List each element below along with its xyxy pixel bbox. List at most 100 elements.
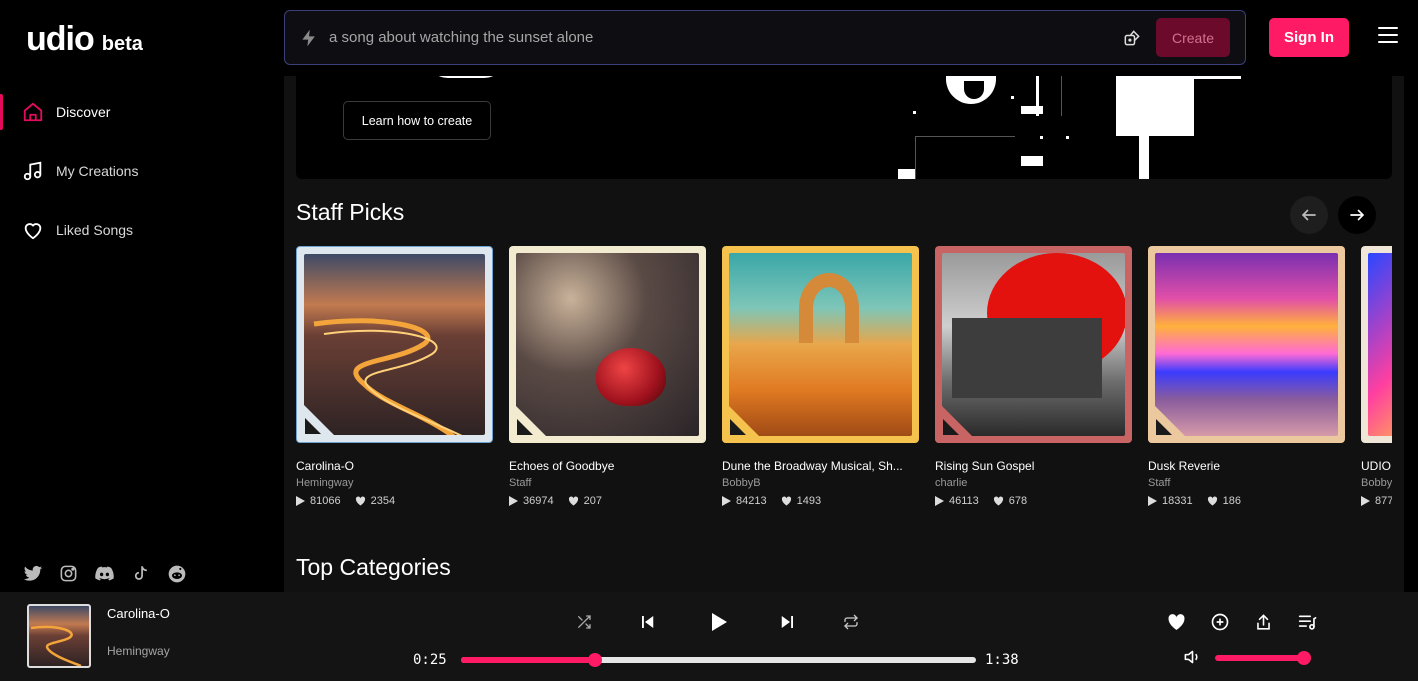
carousel-next-button[interactable]	[1338, 196, 1376, 234]
staff-picks-heading: Staff Picks	[296, 199, 405, 225]
app-root: udio beta Discover My Creations Liked So…	[0, 0, 1418, 681]
dice-icon[interactable]	[1121, 27, 1143, 49]
play-count-icon	[1361, 496, 1370, 506]
play-count: 84213	[736, 495, 767, 507]
logo[interactable]: udio beta	[26, 20, 143, 59]
share-icon[interactable]	[1251, 610, 1275, 634]
sidebar-item-label: Liked Songs	[56, 221, 134, 238]
tiktok-icon[interactable]	[130, 563, 151, 584]
social-links	[22, 563, 187, 584]
logo-text: udio	[26, 20, 95, 58]
player-bar: Carolina-O Hemingway 0:25 1:38	[0, 592, 1418, 681]
play-count-icon	[935, 496, 944, 506]
logo-badge: beta	[101, 33, 143, 55]
hero-banner: Learn how to create	[296, 76, 1392, 179]
now-playing-artist[interactable]: Hemingway	[107, 644, 170, 658]
song-artist[interactable]: charlie	[935, 477, 1132, 489]
play-count: 36974	[523, 495, 554, 507]
prompt-input[interactable]	[329, 29, 1121, 46]
progress-fill	[461, 657, 595, 663]
play-count-icon	[722, 496, 731, 506]
song-card[interactable]: Dune the Broadway Musical, Sh... BobbyB …	[722, 246, 919, 507]
volume-slider[interactable]	[1215, 651, 1311, 665]
sidebar-nav: Discover My Creations Liked Songs	[0, 82, 284, 259]
reddit-icon[interactable]	[166, 563, 187, 584]
play-icon[interactable]	[704, 610, 732, 634]
music-note-icon	[21, 159, 45, 183]
now-playing-cover[interactable]	[27, 604, 91, 668]
cover-art	[935, 246, 1132, 443]
like-count-icon	[568, 496, 578, 506]
volume-handle[interactable]	[1297, 651, 1311, 665]
play-count: 18331	[1162, 495, 1193, 507]
discord-icon[interactable]	[94, 563, 115, 584]
play-count-icon	[296, 496, 305, 506]
progress-bar[interactable]	[461, 653, 976, 667]
sidebar-item-liked-songs[interactable]: Liked Songs	[0, 200, 284, 259]
sidebar-item-label: Discover	[56, 103, 111, 120]
song-artist[interactable]: Bobby	[1361, 477, 1392, 489]
song-title[interactable]: Dune the Broadway Musical, Sh...	[722, 459, 919, 473]
like-count-icon	[355, 496, 365, 506]
carousel-prev-button[interactable]	[1290, 196, 1328, 234]
song-title[interactable]: Dusk Reverie	[1148, 459, 1345, 473]
sidebar-item-discover[interactable]: Discover	[0, 82, 284, 141]
song-stats: 81066 2354	[296, 495, 493, 507]
song-title[interactable]: Rising Sun Gospel	[935, 459, 1132, 473]
queue-icon[interactable]	[1295, 610, 1319, 634]
top-categories-heading: Top Categories	[296, 554, 451, 580]
cover-art	[1361, 246, 1392, 443]
song-artist[interactable]: Hemingway	[296, 477, 493, 489]
song-title[interactable]: Echoes of Goodbye	[509, 459, 706, 473]
home-icon	[21, 100, 45, 124]
like-heart-icon[interactable]	[1164, 610, 1188, 634]
learn-how-to-create-button[interactable]: Learn how to create	[343, 101, 491, 140]
previous-track-icon[interactable]	[636, 610, 660, 634]
like-count-icon	[781, 496, 791, 506]
song-artist[interactable]: BobbyB	[722, 477, 919, 489]
song-stats: 84213 1493	[722, 495, 919, 507]
song-card[interactable]: Carolina-O Hemingway 81066 2354	[296, 246, 493, 507]
shuffle-icon[interactable]	[572, 610, 596, 634]
sign-in-button[interactable]: Sign In	[1269, 18, 1349, 57]
song-title[interactable]: UDIO	[1361, 459, 1392, 473]
song-stats: 46113 678	[935, 495, 1132, 507]
sidebar-item-my-creations[interactable]: My Creations	[0, 141, 284, 200]
prompt-bar: Create	[284, 10, 1246, 65]
song-card[interactable]: Dusk Reverie Staff 18331 186	[1148, 246, 1345, 507]
play-count: 81066	[310, 495, 341, 507]
like-count-icon	[993, 496, 1003, 506]
sidebar: udio beta Discover My Creations Liked So…	[0, 0, 284, 592]
volume-icon[interactable]	[1180, 645, 1204, 669]
now-playing-title[interactable]: Carolina-O	[107, 606, 170, 621]
song-stats: 877	[1361, 495, 1392, 507]
song-artist[interactable]: Staff	[1148, 477, 1345, 489]
song-card[interactable]: Echoes of Goodbye Staff 36974 207	[509, 246, 706, 507]
progress-handle[interactable]	[587, 653, 602, 667]
like-count: 678	[1008, 495, 1028, 507]
create-button[interactable]: Create	[1156, 18, 1230, 57]
next-track-icon[interactable]	[775, 610, 799, 634]
like-count: 207	[583, 495, 602, 507]
top-bar: Create Sign In	[284, 0, 1418, 76]
song-card[interactable]: Rising Sun Gospel charlie 46113 678	[935, 246, 1132, 507]
song-stats: 18331 186	[1148, 495, 1345, 507]
sidebar-item-label: My Creations	[56, 162, 139, 179]
song-card[interactable]: UDIO Bobby 877	[1361, 246, 1392, 507]
twitter-icon[interactable]	[22, 563, 43, 584]
cover-art	[509, 246, 706, 443]
cover-art	[1148, 246, 1345, 443]
song-title[interactable]: Carolina-O	[296, 459, 493, 473]
menu-icon[interactable]	[1378, 27, 1398, 47]
instagram-icon[interactable]	[58, 563, 79, 584]
song-artist[interactable]: Staff	[509, 477, 706, 489]
play-count: 877	[1375, 495, 1392, 507]
add-circle-icon[interactable]	[1208, 610, 1232, 634]
play-count: 46113	[949, 495, 979, 507]
play-count-icon	[509, 496, 518, 506]
elapsed-time: 0:25	[413, 652, 447, 668]
repeat-icon[interactable]	[839, 610, 863, 634]
lightning-icon	[297, 26, 321, 50]
staff-picks-carousel: Carolina-O Hemingway 81066 2354 Echoes o…	[296, 246, 1392, 516]
like-count: 186	[1222, 495, 1241, 507]
